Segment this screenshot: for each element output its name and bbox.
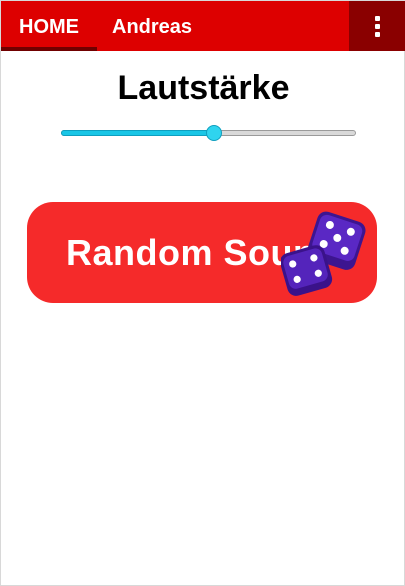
dice-icon (281, 211, 366, 296)
overflow-menu-button[interactable] (349, 1, 405, 51)
tab-andreas-label: Andreas (112, 16, 193, 38)
volume-slider[interactable] (61, 125, 356, 143)
tab-andreas[interactable]: Andreas (112, 1, 192, 51)
tab-home[interactable]: HOME (1, 1, 97, 51)
selected-tab-indicator (1, 47, 97, 51)
app-bar: HOME Andreas (1, 1, 405, 51)
tab-home-label: HOME (19, 16, 79, 38)
random-sound-button[interactable]: Random Sound (27, 202, 377, 303)
slider-thumb[interactable] (206, 125, 222, 141)
app-screen: HOME Andreas Lautstärke Random Sound (0, 0, 405, 586)
volume-title: Lautstärke (117, 69, 290, 107)
slider-fill (61, 130, 214, 136)
